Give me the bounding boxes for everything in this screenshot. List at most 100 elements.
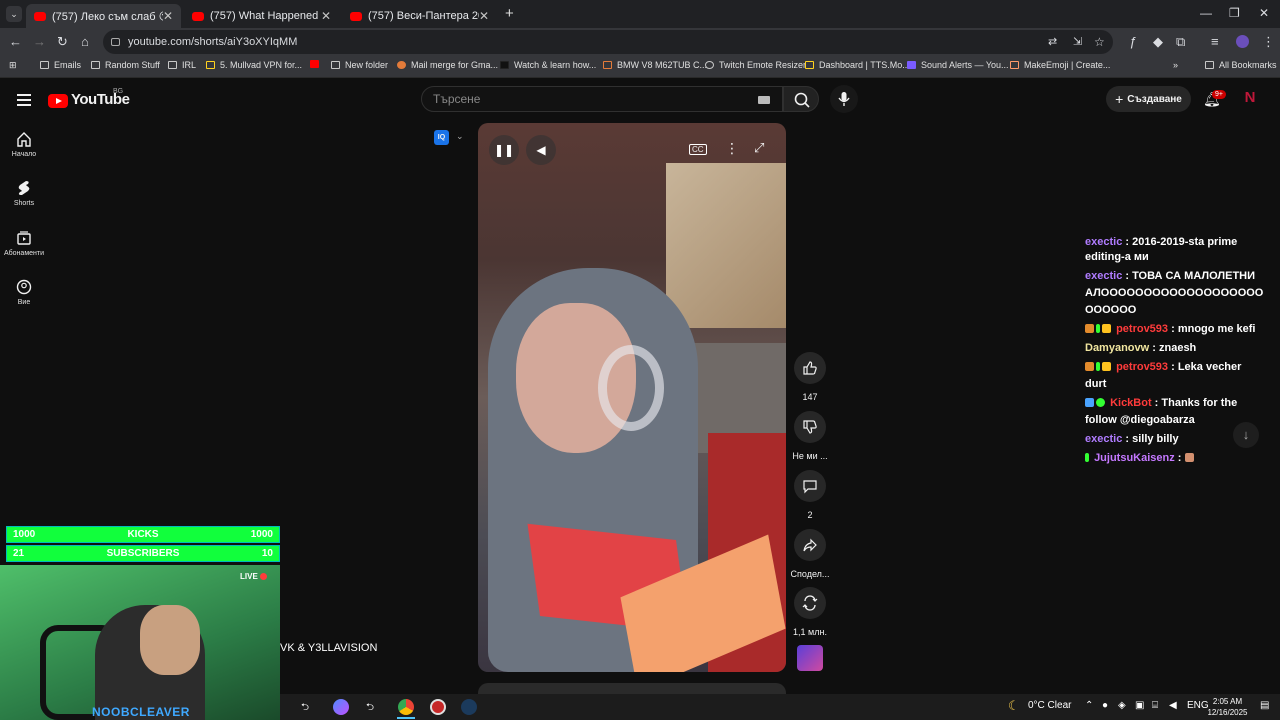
taskbar-app-icon[interactable]: [333, 699, 349, 715]
bookmark-item[interactable]: IRL: [168, 60, 196, 70]
address-bar[interactable]: youtube.com/shorts/aiY3oXYIqMM ⇄ ⇲ ☆: [103, 30, 1113, 54]
all-bookmarks[interactable]: All Bookmarks: [1205, 60, 1277, 70]
more-options-icon[interactable]: ⋮: [725, 140, 739, 157]
translate-icon[interactable]: ⇄: [1048, 30, 1057, 54]
sidebar-item-home[interactable]: Начало: [0, 131, 48, 158]
shorts-video-player[interactable]: ❚❚ ◀︎ CC ⋮ ⤢: [478, 123, 786, 672]
hamburger-menu-icon[interactable]: [17, 91, 31, 109]
taskbar-app-icon[interactable]: ⮌: [301, 700, 309, 717]
thumbs-down-icon: [803, 420, 817, 434]
bookmarks-overflow-icon[interactable]: »: [1173, 60, 1178, 70]
youtube-favicon-icon: [34, 11, 46, 21]
youtube-favicon-icon: [350, 11, 362, 21]
bookmark-item[interactable]: Emails: [40, 60, 81, 70]
bookmark-item[interactable]: 5. Mullvad VPN for...: [206, 60, 302, 70]
taskbar-app-icon[interactable]: [430, 699, 446, 715]
bookmark-item[interactable]: Random Stuff: [91, 60, 160, 70]
extensions-puzzle-icon[interactable]: ⧉: [1176, 34, 1185, 50]
fullscreen-icon[interactable]: ⤢: [754, 140, 764, 156]
keyboard-icon[interactable]: [758, 96, 770, 104]
pause-icon: ❚❚: [493, 143, 515, 157]
chrome-icon[interactable]: [398, 699, 414, 715]
bookmark-item[interactable]: Watch & learn how...: [500, 60, 596, 70]
site-info-icon[interactable]: [111, 38, 120, 46]
bookmark-item[interactable]: Mail merge for Gma...: [397, 60, 498, 70]
notification-center-icon[interactable]: ▤: [1260, 700, 1269, 711]
install-icon[interactable]: ⇲: [1073, 30, 1082, 54]
browser-menu-icon[interactable]: ⋮: [1262, 34, 1275, 50]
region-code: BG: [113, 88, 124, 95]
forward-icon[interactable]: →: [33, 34, 46, 49]
webcam-overlay: LIVE NOOBCLEAVER: [0, 565, 280, 720]
show-hidden-icons-icon[interactable]: ⌃: [1085, 700, 1093, 711]
weather-text[interactable]: 0°C Clear: [1028, 700, 1071, 711]
reload-icon[interactable]: ↻: [57, 34, 68, 50]
back-icon[interactable]: ←: [9, 34, 22, 49]
reading-list-icon[interactable]: ≡: [1211, 34, 1219, 49]
badge-icon: [1085, 324, 1094, 333]
bookmark-star-icon[interactable]: ☆: [1094, 30, 1105, 54]
chat-message: JujutsuKaisenz :: [1085, 450, 1265, 467]
steam-icon[interactable]: [461, 699, 477, 715]
thumbs-up-icon: [803, 361, 817, 375]
tab-search-icon[interactable]: ⌄: [6, 6, 22, 22]
taskbar-app-icon[interactable]: ⮌: [366, 700, 374, 717]
close-tab-icon[interactable]: ✕: [163, 9, 173, 23]
youtube-favicon-icon: [192, 11, 204, 21]
profile-avatar[interactable]: [1236, 35, 1249, 48]
sidebar-item-shorts[interactable]: Shorts: [0, 180, 48, 207]
search-icon: [794, 92, 810, 108]
folder-icon: [91, 61, 100, 69]
new-tab-icon[interactable]: +: [505, 5, 514, 22]
tab-3[interactable]: (757) Веси-Пантера 2025/ ✕: [342, 4, 497, 28]
bookmark-item[interactable]: Twitch Emote Resizer: [705, 60, 806, 70]
remix-button[interactable]: 1,1 млн.: [789, 587, 831, 637]
extension-icon[interactable]: ◆: [1153, 34, 1163, 50]
system-clock[interactable]: 2:05 AM 12/16/2025: [1205, 696, 1250, 718]
chevron-down-icon[interactable]: ⌄: [456, 131, 464, 142]
volume-tray-icon[interactable]: ◀︎: [1169, 700, 1177, 711]
tab-1[interactable]: (757) Леко съм слаб 😮 #s ✕: [26, 4, 181, 28]
search-input[interactable]: Търсене: [421, 86, 783, 112]
home-icon[interactable]: ⌂: [81, 34, 89, 49]
bookmark-item[interactable]: Dashboard | TTS.Mo...: [805, 60, 910, 70]
live-dot-icon: [260, 573, 268, 580]
bookmark-item[interactable]: MakeEmoji | Create...: [1010, 60, 1110, 70]
tray-app-icon[interactable]: ◈: [1118, 700, 1126, 711]
like-button[interactable]: 147: [789, 352, 831, 402]
pause-button[interactable]: ❚❚: [489, 135, 519, 165]
bookmark-item[interactable]: BMW V8 M62TUB C...: [603, 60, 707, 70]
tab-2[interactable]: (757) What Happened to Hitler ✕: [184, 4, 339, 28]
close-window-icon[interactable]: ✕: [1259, 6, 1269, 20]
network-icon[interactable]: ⌸: [1152, 700, 1158, 711]
dislike-button[interactable]: Не ми ...: [789, 411, 831, 461]
fx-extension-icon[interactable]: ƒ: [1129, 34, 1136, 49]
channel-avatar[interactable]: N: [1241, 89, 1259, 107]
bookmark-item[interactable]: Sound Alerts — You...: [907, 60, 1009, 70]
search-button[interactable]: [783, 86, 819, 112]
close-tab-icon[interactable]: ✕: [479, 9, 489, 23]
extension-badge-icon[interactable]: IQ: [434, 130, 449, 145]
sidebar-item-you[interactable]: Вие: [0, 279, 48, 306]
youtube-logo-icon[interactable]: [48, 94, 68, 108]
audio-track-thumbnail[interactable]: [797, 645, 823, 671]
restore-icon[interactable]: ❐: [1229, 6, 1240, 20]
comments-button[interactable]: 2: [789, 470, 831, 520]
mute-button[interactable]: ◀︎: [526, 135, 556, 165]
share-button[interactable]: Сподел...: [789, 529, 831, 579]
voice-search-button[interactable]: [830, 85, 858, 113]
minimize-icon[interactable]: —: [1200, 6, 1212, 20]
bookmark-item[interactable]: [310, 60, 324, 68]
subscriptions-icon: [17, 231, 31, 245]
tray-app-icon[interactable]: ▣: [1135, 700, 1144, 711]
sidebar-item-subscriptions[interactable]: Абонаменти: [0, 230, 48, 257]
bookmark-item[interactable]: New folder: [331, 60, 388, 70]
close-tab-icon[interactable]: ✕: [321, 9, 331, 23]
create-button[interactable]: + Създаване: [1106, 86, 1191, 112]
remix-icon: [802, 595, 818, 611]
chat-message: KickBot : Thanks for the follow @diegoab…: [1085, 397, 1238, 426]
microphone-tray-icon[interactable]: ●: [1102, 700, 1108, 711]
browser-toolbar: ← → ↻ ⌂ youtube.com/shorts/aiY3oXYIqMM ⇄…: [0, 28, 1280, 56]
apps-grid-icon[interactable]: ⊞: [9, 60, 17, 71]
captions-icon[interactable]: CC: [689, 144, 707, 155]
